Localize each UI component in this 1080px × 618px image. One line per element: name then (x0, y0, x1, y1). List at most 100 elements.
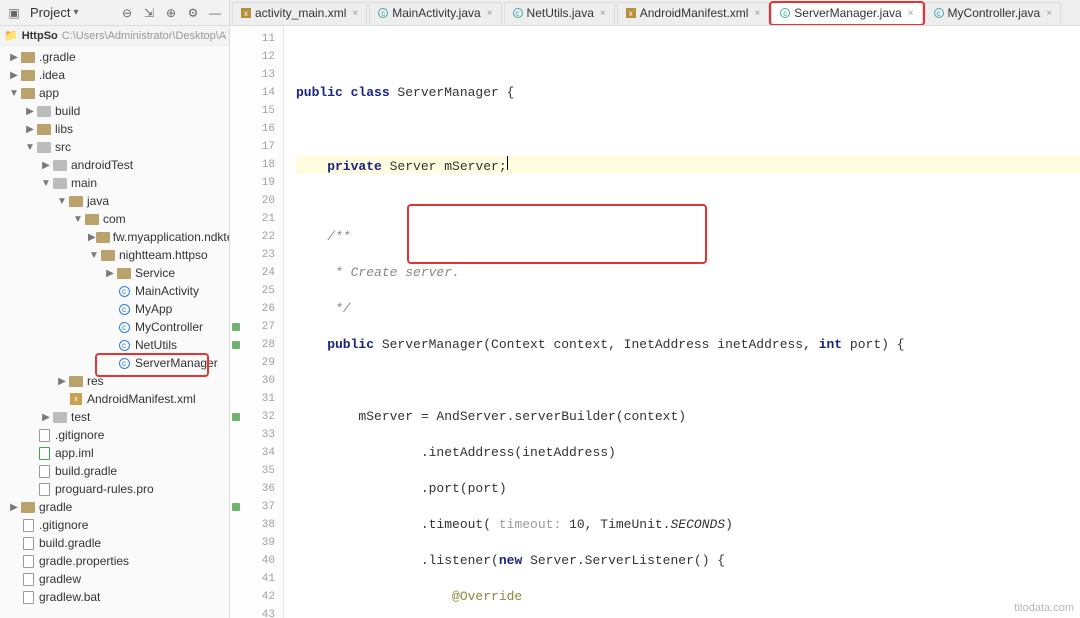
line-number: 39 (230, 534, 283, 552)
chevron-down-icon: ▾ (73, 7, 78, 18)
line-number: 21 (230, 210, 283, 228)
close-icon[interactable]: × (1046, 8, 1052, 19)
line-number: 24 (230, 264, 283, 282)
line-number: 23 (230, 246, 283, 264)
tab-label: NetUtils.java (527, 6, 594, 20)
tree-node-test[interactable]: ▶test (0, 408, 229, 426)
override-gutter-icon[interactable] (232, 413, 240, 421)
tree-node-com[interactable]: ▼com (0, 210, 229, 228)
project-tree[interactable]: ▶.gradle ▶.idea ▼app ▶build ▶libs ▼src ▶… (0, 46, 229, 618)
tree-node-mycontroller[interactable]: cMyController (0, 318, 229, 336)
tab-servermanager-java[interactable]: c ServerManager.java × (771, 2, 922, 24)
line-number-gutter: 1112131415161718192021222324252627282930… (230, 26, 284, 618)
line-number: 30 (230, 372, 283, 390)
close-icon[interactable]: × (352, 8, 358, 19)
tab-label: activity_main.xml (255, 6, 346, 20)
minimize-icon[interactable]: — (207, 5, 223, 21)
tab-label: AndroidManifest.xml (640, 6, 749, 20)
tree-node-gitignore[interactable]: .gitignore (0, 426, 229, 444)
watermark: titodata.com (1014, 602, 1074, 614)
gear-icon[interactable]: ⚙ (185, 5, 201, 21)
tree-node-mainactivity[interactable]: cMainActivity (0, 282, 229, 300)
line-number: 13 (230, 66, 283, 84)
line-number: 42 (230, 588, 283, 606)
line-number: 34 (230, 444, 283, 462)
tree-node-service[interactable]: ▶Service (0, 264, 229, 282)
project-tool-icon: ▣ (6, 5, 22, 21)
tab-activity_main-xml[interactable]: x activity_main.xml × (232, 2, 367, 24)
tab-mainactivity-java[interactable]: c MainActivity.java × (369, 2, 501, 24)
line-number: 26 (230, 300, 283, 318)
tree-node-nightteam[interactable]: ▼nightteam.httpso (0, 246, 229, 264)
line-number: 35 (230, 462, 283, 480)
tree-node-res[interactable]: ▶res (0, 372, 229, 390)
override-gutter-icon[interactable] (232, 323, 240, 331)
xml-file-icon: x (241, 8, 251, 18)
tab-androidmanifest-xml[interactable]: x AndroidManifest.xml × (617, 2, 770, 24)
tab-label: ServerManager.java (794, 6, 901, 20)
tree-node-build-gradle2[interactable]: build.gradle (0, 534, 229, 552)
tab-netutils-java[interactable]: cNetUtils.java× (504, 2, 615, 24)
tree-node-build-gradle[interactable]: build.gradle (0, 462, 229, 480)
close-icon[interactable]: × (754, 8, 760, 19)
tree-node-proguard[interactable]: proguard-rules.pro (0, 480, 229, 498)
tree-node-androidtest[interactable]: ▶androidTest (0, 156, 229, 174)
line-number: 29 (230, 354, 283, 372)
tree-node-src[interactable]: ▼src (0, 138, 229, 156)
line-number: 38 (230, 516, 283, 534)
target-icon[interactable]: ⊕ (163, 5, 179, 21)
line-number: 32 (230, 408, 283, 426)
breadcrumb-path: C:\Users\Administrator\Desktop\A (62, 30, 226, 42)
tree-node-gradle[interactable]: ▶.gradle (0, 48, 229, 66)
tree-node-manifest[interactable]: xAndroidManifest.xml (0, 390, 229, 408)
line-number: 36 (230, 480, 283, 498)
line-number: 15 (230, 102, 283, 120)
line-number: 43 (230, 606, 283, 618)
tree-node-gitignore2[interactable]: .gitignore (0, 516, 229, 534)
tab-mycontroller-java[interactable]: cMyController.java× (925, 2, 1062, 24)
editor-tabs: x activity_main.xml × c MainActivity.java × c N… (230, 0, 1080, 26)
tab-label: MainActivity.java (392, 6, 480, 20)
tree-node-gradle-dir[interactable]: ▶gradle (0, 498, 229, 516)
collapse-icon[interactable]: ⇲ (141, 5, 157, 21)
close-icon[interactable]: × (487, 8, 493, 19)
tree-node-netutils[interactable]: cNetUtils (0, 336, 229, 354)
tree-node-servermanager[interactable]: cServerManager (0, 354, 229, 372)
tree-node-fw[interactable]: ▶fw.myapplication.ndktes (0, 228, 229, 246)
line-number: 31 (230, 390, 283, 408)
java-class-icon: c (780, 8, 790, 18)
tree-node-appiml[interactable]: app.iml (0, 444, 229, 462)
tree-node-gradle-properties[interactable]: gradle.properties (0, 552, 229, 570)
line-number: 28 (230, 336, 283, 354)
tree-node-idea[interactable]: ▶.idea (0, 66, 229, 84)
code-editor[interactable]: 1112131415161718192021222324252627282930… (230, 26, 1080, 618)
tree-node-libs[interactable]: ▶libs (0, 120, 229, 138)
line-number: 19 (230, 174, 283, 192)
xml-file-icon: x (626, 8, 636, 18)
close-icon[interactable]: × (600, 8, 606, 19)
override-gutter-icon[interactable] (232, 503, 240, 511)
tree-node-main[interactable]: ▼main (0, 174, 229, 192)
breadcrumb-root: HttpSo (22, 30, 58, 42)
tree-node-gradlew-bat[interactable]: gradlew.bat (0, 588, 229, 606)
override-gutter-icon[interactable] (232, 341, 240, 349)
line-number: 41 (230, 570, 283, 588)
line-number: 27 (230, 318, 283, 336)
tree-node-gradlew[interactable]: gradlew (0, 570, 229, 588)
breadcrumb: 📁 HttpSo C:\Users\Administrator\Desktop\… (0, 26, 229, 46)
line-number: 18 (230, 156, 283, 174)
project-root-icon: 📁 (4, 29, 18, 42)
code-area[interactable]: public class ServerManager { private Ser… (284, 26, 1080, 618)
java-class-icon: c (378, 8, 388, 18)
line-number: 12 (230, 48, 283, 66)
line-number: 25 (230, 282, 283, 300)
line-number: 40 (230, 552, 283, 570)
project-dropdown[interactable]: Project ▾ (30, 5, 79, 20)
tune-icon[interactable]: ⊖ (119, 5, 135, 21)
tree-node-build[interactable]: ▶build (0, 102, 229, 120)
tree-node-app[interactable]: ▼app (0, 84, 229, 102)
tree-node-java[interactable]: ▼java (0, 192, 229, 210)
line-number: 33 (230, 426, 283, 444)
tree-node-myapp[interactable]: cMyApp (0, 300, 229, 318)
close-icon[interactable]: × (908, 8, 914, 19)
